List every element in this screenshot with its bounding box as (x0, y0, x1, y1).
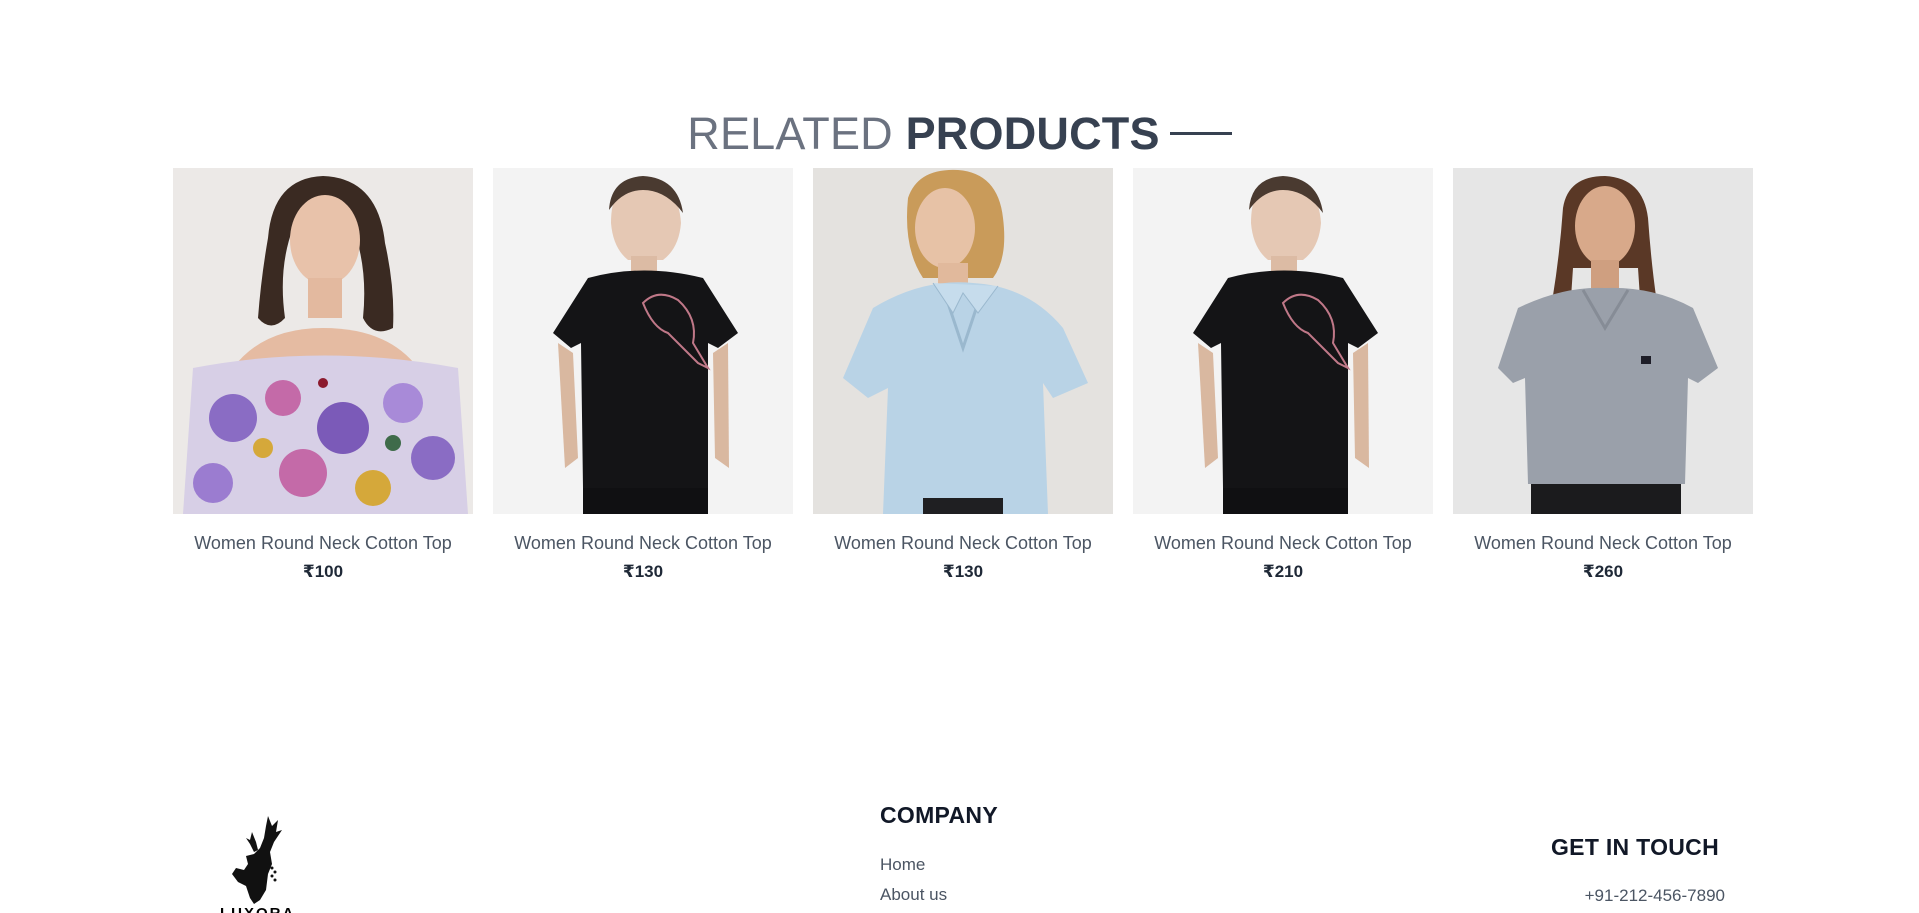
product-card[interactable]: Women Round Neck Cotton Top ₹130 (813, 168, 1113, 583)
product-price: ₹130 (942, 562, 984, 581)
product-price: ₹130 (622, 562, 664, 581)
footer-link-about-us[interactable]: About us (880, 880, 998, 910)
product-image[interactable] (1453, 168, 1753, 514)
product-card[interactable]: Women Round Neck Cotton Top ₹210 (1133, 168, 1433, 583)
product-price: ₹100 (302, 562, 344, 581)
product-image[interactable] (173, 168, 473, 514)
product-name[interactable]: Women Round Neck Cotton Top (1453, 532, 1753, 554)
title-rule (1169, 131, 1232, 135)
title-light-text: RELATED (687, 108, 893, 159)
footer-contact-column: GET IN TOUCH +91-212-456-7890 (1545, 832, 1725, 911)
product-image[interactable] (1133, 168, 1433, 514)
product-card[interactable]: Women Round Neck Cotton Top ₹100 (173, 168, 473, 583)
logo-text: LUXORA (220, 905, 295, 913)
product-name[interactable]: Women Round Neck Cotton Top (493, 532, 793, 554)
stag-logo-icon[interactable] (220, 812, 290, 913)
footer-company-column: COMPANY Home About us (880, 800, 998, 910)
product-name[interactable]: Women Round Neck Cotton Top (813, 532, 1113, 554)
product-card[interactable]: Women Round Neck Cotton Top ₹260 (1453, 168, 1753, 583)
product-image[interactable] (813, 168, 1113, 514)
product-price: ₹260 (1582, 562, 1624, 581)
company-heading: COMPANY (880, 802, 998, 828)
company-links: Home About us (880, 850, 998, 910)
product-name[interactable]: Women Round Neck Cotton Top (173, 532, 473, 554)
product-price: ₹210 (1262, 562, 1304, 581)
footer-link-home[interactable]: Home (880, 850, 998, 880)
product-card[interactable]: Women Round Neck Cotton Top ₹130 (493, 168, 793, 583)
product-name[interactable]: Women Round Neck Cotton Top (1133, 532, 1433, 554)
contact-phone[interactable]: +91-212-456-7890 (1545, 881, 1725, 911)
title-bold-text: PRODUCTS (905, 108, 1160, 159)
contact-heading: GET IN TOUCH (1550, 834, 1719, 860)
product-grid: Women Round Neck Cotton Top ₹100 Women R… (173, 168, 1753, 583)
related-products-title: RELATED PRODUCTS (0, 108, 1919, 160)
product-image[interactable] (493, 168, 793, 514)
page: RELATED PRODUCTS Women Round Neck Cotton… (0, 0, 1919, 913)
